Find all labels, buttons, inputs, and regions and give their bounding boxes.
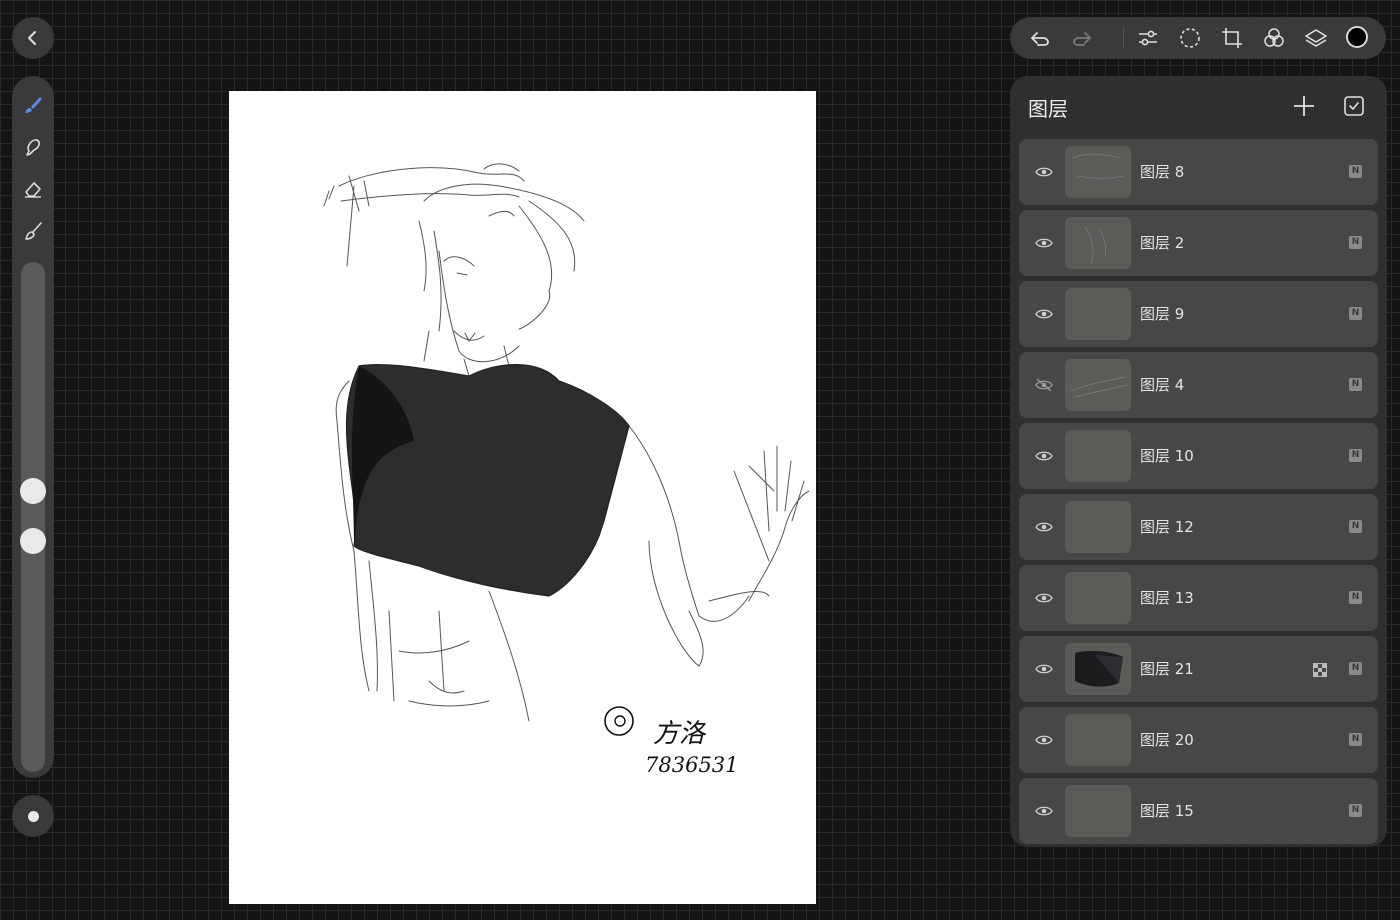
layer-name: 图层 15: [1140, 802, 1194, 820]
blend-mode-button[interactable]: N: [1349, 307, 1362, 320]
select-layers-button[interactable]: [1340, 92, 1368, 120]
layer-row[interactable]: 图层 4 N: [1019, 352, 1378, 418]
layer-row[interactable]: 图层 21 N: [1019, 636, 1378, 702]
undo-icon: [1031, 32, 1049, 46]
eye-icon[interactable]: [1033, 303, 1055, 325]
layer-row[interactable]: 图层 12 N: [1019, 494, 1378, 560]
eye-icon[interactable]: [1033, 445, 1055, 467]
layer-name: 图层 8: [1140, 163, 1185, 181]
selection-icon: [1180, 28, 1200, 48]
layer-thumbnail[interactable]: [1065, 785, 1131, 837]
blend-mode-button[interactable]: N: [1349, 449, 1362, 462]
layer-thumbnail[interactable]: [1065, 430, 1131, 482]
layer-thumbnail[interactable]: [1065, 359, 1131, 411]
layer-name: 图层 20: [1140, 731, 1194, 749]
panel-title: 图层: [1028, 97, 1068, 121]
top-toolbar: [1010, 17, 1386, 59]
layer-row[interactable]: 图层 20 N: [1019, 707, 1378, 773]
layer-name: 图层 21: [1140, 660, 1194, 678]
layer-row[interactable]: 图层 13 N: [1019, 565, 1378, 631]
layer-row[interactable]: 图层 15 N: [1019, 778, 1378, 844]
brush-icon: [25, 97, 42, 113]
eye-icon[interactable]: [1033, 587, 1055, 609]
transform-icon: [1222, 28, 1242, 48]
blend-mode-button[interactable]: N: [1349, 520, 1362, 533]
blend-mode-button[interactable]: N: [1349, 804, 1362, 817]
redo-button[interactable]: [1068, 24, 1096, 52]
signature-name: 方洛: [653, 719, 706, 749]
color-picker[interactable]: [1346, 26, 1368, 48]
layer-thumbnail[interactable]: [1065, 572, 1131, 624]
layer-thumbnail[interactable]: [1065, 217, 1131, 269]
blend-mode-button[interactable]: N: [1349, 378, 1362, 391]
blend-mode-button[interactable]: N: [1349, 662, 1362, 675]
layer-thumbnail[interactable]: [1065, 714, 1131, 766]
signature-number: 7836531: [645, 753, 739, 777]
drawing-canvas[interactable]: 方洛 7836531: [229, 91, 816, 904]
eye-icon[interactable]: [1033, 161, 1055, 183]
blend-icon: [1264, 28, 1284, 47]
toolbar-divider: [1123, 27, 1124, 49]
smudge-icon: [26, 139, 40, 156]
layer-thumbnail[interactable]: [1065, 501, 1131, 553]
back-button[interactable]: [12, 17, 54, 59]
plus-icon: [1294, 96, 1314, 116]
blend-mode-button[interactable]: N: [1349, 165, 1362, 178]
layer-name: 图层 4: [1140, 376, 1185, 394]
eye-icon[interactable]: [1033, 658, 1055, 680]
selection-button[interactable]: [1176, 24, 1204, 52]
brush-slider-track[interactable]: [21, 262, 45, 772]
layer-name: 图层 12: [1140, 518, 1194, 536]
eye-icon[interactable]: [1033, 800, 1055, 822]
layer-name: 图层 2: [1140, 234, 1185, 252]
paint-tool[interactable]: [18, 216, 48, 246]
transform-button[interactable]: [1218, 24, 1246, 52]
eye-off-icon[interactable]: [1033, 374, 1055, 396]
layer-row[interactable]: 图层 8 N: [1019, 139, 1378, 205]
blend-mode-button[interactable]: N: [1349, 591, 1362, 604]
layer-thumbnail[interactable]: [1065, 643, 1131, 695]
layer-row[interactable]: 图层 10 N: [1019, 423, 1378, 489]
layer-name: 图层 9: [1140, 305, 1185, 323]
blend-mode-button[interactable]: N: [1349, 236, 1362, 249]
layer-thumbnail[interactable]: [1065, 146, 1131, 198]
brush-opacity-slider[interactable]: [20, 528, 46, 554]
layer-name: 图层 10: [1140, 447, 1194, 465]
eraser-icon: [25, 182, 41, 198]
add-layer-button[interactable]: [1290, 92, 1318, 120]
undo-button[interactable]: [1026, 24, 1054, 52]
eye-icon[interactable]: [1033, 516, 1055, 538]
modify-button[interactable]: [12, 795, 54, 837]
left-toolbar: [12, 76, 54, 778]
chevron-left-icon: [28, 31, 36, 45]
sketch-artwork: [323, 163, 810, 736]
layers-panel: 图层 图层 8 N 图层 2 N 图层 9 N 图层 4 N 图层 10 N 图层 12 N 图层 13…: [1010, 76, 1387, 847]
paint-icon: [25, 222, 42, 240]
adjustments-button[interactable]: [1134, 24, 1162, 52]
dot-icon: [27, 810, 39, 822]
layer-name: 图层 13: [1140, 589, 1194, 607]
eye-icon[interactable]: [1033, 232, 1055, 254]
redo-icon: [1073, 32, 1091, 46]
adjustments-icon: [1139, 30, 1157, 46]
layer-thumbnail[interactable]: [1065, 288, 1131, 340]
eraser-tool[interactable]: [18, 174, 48, 204]
brush-size-slider[interactable]: [20, 478, 46, 504]
blend-button[interactable]: [1260, 24, 1288, 52]
alpha-lock-icon: [1313, 662, 1327, 677]
blend-mode-button[interactable]: N: [1349, 733, 1362, 746]
layers-icon: [1305, 29, 1327, 47]
layer-row[interactable]: 图层 9 N: [1019, 281, 1378, 347]
checkbox-icon: [1344, 96, 1364, 116]
layers-button[interactable]: [1302, 24, 1330, 52]
brush-tool[interactable]: [18, 90, 48, 120]
smudge-tool[interactable]: [18, 132, 48, 162]
eye-icon[interactable]: [1033, 729, 1055, 751]
layer-row[interactable]: 图层 2 N: [1019, 210, 1378, 276]
